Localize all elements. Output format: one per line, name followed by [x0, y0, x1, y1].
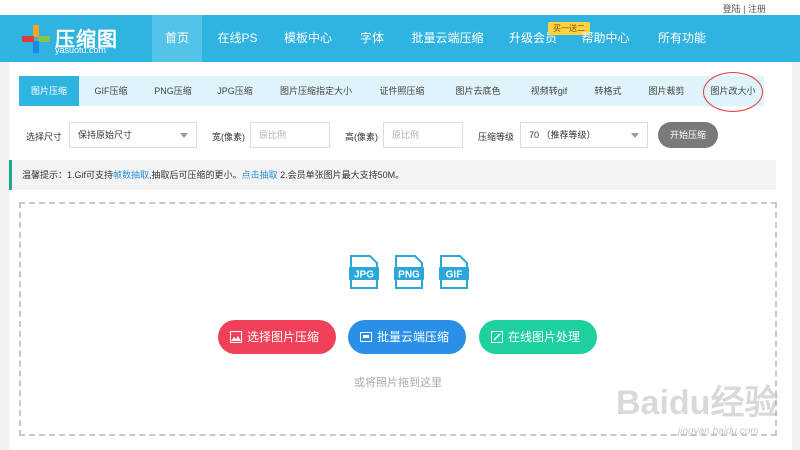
size-select[interactable]: 保持原始尺寸: [69, 122, 197, 148]
width-label: 宽(像素): [212, 132, 245, 142]
nav-fonts[interactable]: 字体: [352, 15, 392, 62]
jpg-file-label: JPG: [354, 270, 374, 281]
tab-compress-to-size[interactable]: 图片压缩指定大小: [271, 76, 361, 106]
tab-id-photo-compress[interactable]: 证件照压缩: [371, 76, 433, 106]
top-utility-bar: 登陆 | 注册: [0, 0, 800, 15]
edit-image-icon: [491, 331, 503, 343]
frame-extract-link[interactable]: 帧数抽取: [113, 170, 149, 180]
nav-online-ps[interactable]: 在线PS: [210, 15, 265, 62]
level-label: 压缩等级: [478, 132, 515, 142]
png-file-icon: PNG: [394, 255, 424, 289]
tab-image-compress[interactable]: 图片压缩: [19, 76, 79, 106]
tab-png-compress[interactable]: PNG压缩: [143, 76, 203, 106]
tab-image-resize[interactable]: 图片改大小: [703, 76, 763, 106]
start-compress-button[interactable]: 开始压缩: [658, 122, 718, 148]
level-select[interactable]: 70 （推荐等级）: [520, 122, 648, 148]
nav-help-center[interactable]: 帮助中心: [578, 15, 633, 62]
height-input[interactable]: [383, 122, 463, 148]
online-image-edit-button[interactable]: 在线图片处理: [479, 320, 597, 354]
select-image-compress-label: 选择图片压缩: [247, 330, 320, 344]
click-extract-link[interactable]: 点击抽取: [242, 170, 278, 180]
width-input[interactable]: [250, 122, 330, 148]
jpg-file-icon: JPG: [349, 255, 379, 289]
main-nav: 压缩图 yasuotu.com 首页 在线PS 模板中心 字体 批量云端压缩 升…: [0, 15, 800, 62]
nav-template-center[interactable]: 模板中心: [278, 15, 338, 62]
tip-middle: ,抽取后可压缩的更小。: [149, 170, 242, 180]
auth-separator: |: [740, 4, 748, 14]
cloud-zip-icon: [360, 332, 372, 342]
height-label: 高(像素): [345, 132, 378, 142]
nav-batch-cloud[interactable]: 批量云端压缩: [410, 15, 485, 62]
nav-home[interactable]: 首页: [152, 15, 202, 62]
login-link[interactable]: 登陆: [723, 4, 741, 14]
chevron-down-icon: [631, 133, 639, 138]
logo-cross-icon: [22, 25, 50, 53]
batch-cloud-compress-button[interactable]: 批量云端压缩: [348, 320, 466, 354]
gif-file-icon: GIF: [439, 255, 469, 289]
tab-image-crop[interactable]: 图片裁剪: [639, 76, 694, 106]
drag-drop-hint: 或将照片拖到这里: [354, 377, 442, 389]
register-link[interactable]: 注册: [748, 4, 766, 14]
upload-dropzone[interactable]: JPG PNG GIF 选择图片压缩 批量云端压缩 在线图片处理 或将照片拖到这…: [19, 202, 777, 436]
tab-jpg-compress[interactable]: JPG压缩: [205, 76, 265, 106]
select-image-compress-button[interactable]: 选择图片压缩: [218, 320, 336, 354]
auth-links: 登陆 | 注册: [723, 2, 766, 15]
notice-tip: 温馨提示：1.Gif可支持帧数抽取,抽取后可压缩的更小。点击抽取 2.会员单张图…: [9, 160, 776, 190]
size-select-value: 保持原始尺寸: [78, 130, 133, 140]
site-logo[interactable]: 压缩图 yasuotu.com: [22, 23, 142, 55]
online-image-edit-label: 在线图片处理: [508, 330, 581, 344]
tool-tabs: 图片压缩 GIF压缩 PNG压缩 JPG压缩 图片压缩指定大小 证件照压缩 图片…: [19, 72, 764, 112]
tab-convert-format[interactable]: 转格式: [584, 76, 632, 106]
compress-options: 选择尺寸 保持原始尺寸 宽(像素) 高(像素) 压缩等级 70 （推荐等级） 开…: [9, 122, 792, 150]
gif-file-label: GIF: [446, 270, 463, 281]
logo-domain: yasuotu.com: [55, 45, 107, 55]
tab-video-to-gif[interactable]: 视频转gif: [519, 76, 579, 106]
main-panel: 图片压缩 GIF压缩 PNG压缩 JPG压缩 图片压缩指定大小 证件照压缩 图片…: [9, 62, 792, 450]
png-file-label: PNG: [398, 270, 420, 281]
tip-suffix: 2.会员单张图片最大支持50M。: [277, 170, 405, 180]
tab-gif-compress[interactable]: GIF压缩: [81, 76, 141, 106]
chevron-down-icon: [180, 133, 188, 138]
tip-prefix: 温馨提示：1.Gif可支持: [22, 170, 114, 180]
image-icon: [230, 331, 242, 343]
tab-remove-background[interactable]: 图片去底色: [447, 76, 509, 106]
size-label: 选择尺寸: [26, 132, 63, 142]
level-select-value: 70 （推荐等级）: [529, 130, 596, 140]
batch-cloud-compress-label: 批量云端压缩: [377, 330, 450, 344]
nav-all-features[interactable]: 所有功能: [652, 15, 712, 62]
